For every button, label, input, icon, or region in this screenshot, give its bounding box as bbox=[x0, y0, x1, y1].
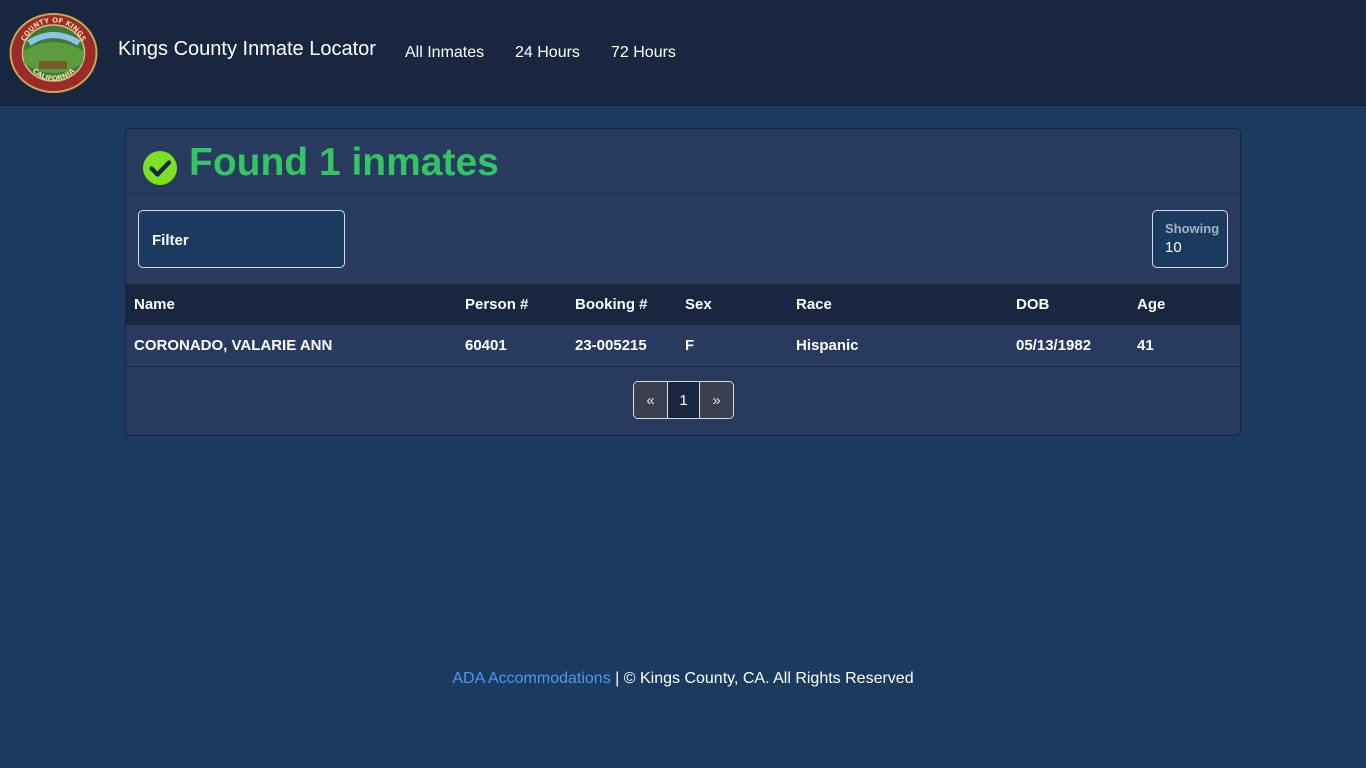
col-header-sex[interactable]: Sex bbox=[677, 284, 788, 325]
cell-booking: 23-005215 bbox=[575, 336, 647, 354]
page-prev-button[interactable]: « bbox=[634, 382, 667, 418]
nav-link-all-inmates[interactable]: All Inmates bbox=[405, 44, 484, 62]
cell-age: 41 bbox=[1137, 336, 1154, 354]
results-header: Found 1 inmates bbox=[126, 129, 1240, 194]
table-header-row: Name Person # Booking # Sex Race DOB Age bbox=[126, 284, 1240, 325]
brand-title[interactable]: Kings County Inmate Locator bbox=[118, 38, 376, 61]
footer: ADA Accommodations | © Kings County, CA.… bbox=[0, 670, 1366, 688]
inmate-table: Name Person # Booking # Sex Race DOB Age… bbox=[126, 284, 1240, 367]
cell-person: 60401 bbox=[465, 336, 507, 354]
col-header-booking[interactable]: Booking # bbox=[567, 284, 677, 325]
pagination: « 1 » bbox=[633, 381, 734, 419]
col-header-age[interactable]: Age bbox=[1129, 284, 1240, 325]
nav-link-72-hours[interactable]: 72 Hours bbox=[611, 44, 676, 62]
filter-button[interactable]: Filter bbox=[138, 210, 345, 268]
check-circle-icon bbox=[143, 151, 177, 185]
nav-link-24-hours[interactable]: 24 Hours bbox=[515, 44, 580, 62]
ada-accommodations-link[interactable]: ADA Accommodations bbox=[452, 670, 610, 687]
cell-name[interactable]: CORONADO, VALARIE ANN bbox=[126, 325, 457, 366]
cell-sex: F bbox=[685, 336, 695, 354]
filter-label: Filter bbox=[152, 232, 189, 249]
col-header-name[interactable]: Name bbox=[126, 284, 457, 325]
results-card: Found 1 inmates Filter Showing 10 Name P… bbox=[125, 128, 1241, 436]
county-seal-logo[interactable]: COUNTY OF KINGS CALIFORNIA bbox=[9, 13, 98, 93]
showing-select[interactable]: Showing 10 bbox=[1152, 210, 1228, 268]
col-header-person[interactable]: Person # bbox=[457, 284, 567, 325]
col-header-race[interactable]: Race bbox=[788, 284, 1008, 325]
showing-value: 10 bbox=[1165, 239, 1182, 256]
showing-label: Showing bbox=[1165, 221, 1220, 236]
cell-dob: 05/13/1982 bbox=[1016, 336, 1092, 354]
table-row[interactable]: CORONADO, VALARIE ANN 60401 23-005215 F … bbox=[126, 325, 1240, 366]
results-count-title: Found 1 inmates bbox=[189, 141, 499, 184]
footer-separator: | bbox=[615, 670, 620, 687]
col-header-dob[interactable]: DOB bbox=[1008, 284, 1129, 325]
footer-copyright: © Kings County, CA. All Rights Reserved bbox=[623, 670, 914, 687]
page-current-button[interactable]: 1 bbox=[667, 382, 700, 418]
cell-race: Hispanic bbox=[796, 336, 859, 354]
navbar: COUNTY OF KINGS CALIFORNIA Kings County … bbox=[0, 0, 1366, 106]
page-next-button[interactable]: » bbox=[700, 382, 733, 418]
